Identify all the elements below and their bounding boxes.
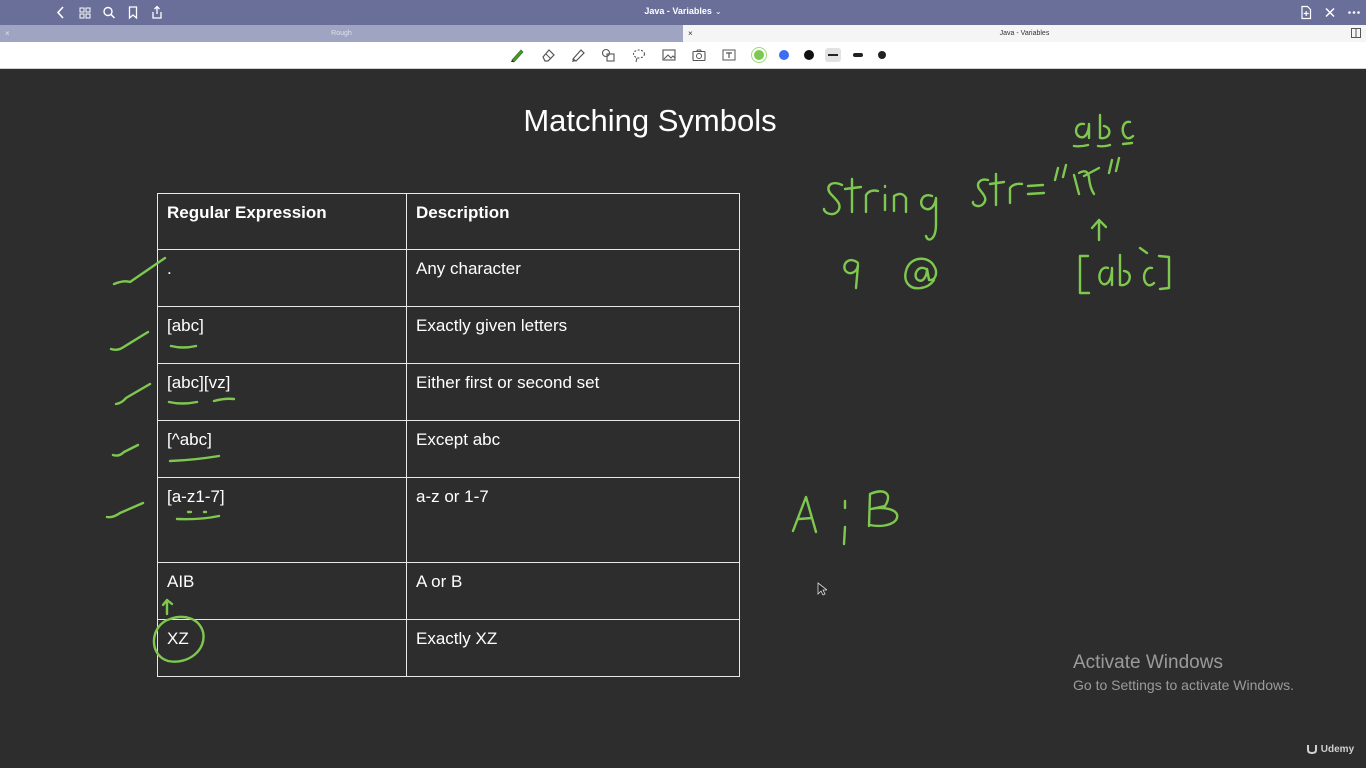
matching-symbols-table: Regular Expression Description . Any cha… xyxy=(157,193,740,677)
highlighter-icon[interactable] xyxy=(570,47,586,63)
table-row: . Any character xyxy=(157,249,740,307)
tab-label: Java - Variables xyxy=(999,30,1050,37)
udemy-logo-icon xyxy=(1307,745,1317,755)
document-title[interactable]: Java - Variables ⌄ xyxy=(0,6,1366,16)
watermark-line: Activate Windows xyxy=(1073,652,1223,673)
description-cell: Exactly given letters xyxy=(406,306,740,364)
description-cell: Either first or second set xyxy=(406,363,740,421)
thickness-thick[interactable] xyxy=(874,48,890,62)
eraser-icon[interactable] xyxy=(540,47,556,63)
regex-cell: [^abc] xyxy=(157,420,407,478)
table-row: [abc][vz] Either first or second set xyxy=(157,363,740,421)
slide-title: Matching Symbols xyxy=(523,103,777,138)
regex-cell: XZ xyxy=(157,619,407,677)
table-header-row: Regular Expression Description xyxy=(157,193,740,250)
more-icon[interactable] xyxy=(1345,4,1363,21)
annotation-toolbar xyxy=(0,42,1366,69)
regex-cell: [abc] xyxy=(157,306,407,364)
new-page-icon[interactable] xyxy=(1297,4,1315,21)
tab-label: Rough xyxy=(331,30,352,37)
regex-cell: [a-z1-7] xyxy=(157,477,407,563)
thickness-medium[interactable] xyxy=(850,48,866,62)
text-icon[interactable] xyxy=(721,47,737,63)
app-bar: Java - Variables ⌄ xyxy=(0,0,1366,25)
color-swatch-black[interactable] xyxy=(804,50,814,60)
activation-watermark: Activate Windows Go to Settings to activ… xyxy=(1073,652,1294,693)
regex-cell: AIB xyxy=(157,562,407,620)
description-cell: A or B xyxy=(406,562,740,620)
description-cell: Exactly XZ xyxy=(406,619,740,677)
split-view-icon[interactable] xyxy=(1351,28,1361,38)
thickness-thin[interactable] xyxy=(825,48,841,62)
table-row: XZ Exactly XZ xyxy=(157,619,740,677)
watermark-line: Go to Settings to activate Windows. xyxy=(1073,677,1294,693)
description-cell: a-z or 1-7 xyxy=(406,477,740,563)
lasso-icon[interactable] xyxy=(631,47,647,63)
description-cell: Except abc xyxy=(406,420,740,478)
color-swatch-green[interactable] xyxy=(754,50,764,60)
tab-java-variables[interactable]: × Java - Variables xyxy=(683,25,1366,42)
close-icon[interactable] xyxy=(1321,4,1339,21)
camera-icon[interactable] xyxy=(691,47,707,63)
regex-cell: . xyxy=(157,249,407,307)
tab-rough[interactable]: × Rough xyxy=(0,25,683,42)
color-swatch-blue[interactable] xyxy=(779,50,789,60)
tab-bar: × Rough × Java - Variables xyxy=(0,25,1366,42)
column-header: Regular Expression xyxy=(157,193,407,250)
column-header: Description xyxy=(406,193,740,250)
pen-icon[interactable] xyxy=(509,47,525,63)
table-row: [a-z1-7] a-z or 1-7 xyxy=(157,477,740,563)
table-row: [^abc] Except abc xyxy=(157,420,740,478)
description-cell: Any character xyxy=(406,249,740,307)
tab-close-icon[interactable]: × xyxy=(5,25,10,42)
tab-close-icon[interactable]: × xyxy=(688,25,693,42)
image-icon[interactable] xyxy=(661,47,677,63)
table-row: AIB A or B xyxy=(157,562,740,620)
shapes-icon[interactable] xyxy=(600,47,616,63)
mouse-cursor-icon xyxy=(817,582,827,596)
regex-cell: [abc][vz] xyxy=(157,363,407,421)
udemy-logo: Udemy xyxy=(1306,744,1354,755)
table-row: [abc] Exactly given letters xyxy=(157,306,740,364)
